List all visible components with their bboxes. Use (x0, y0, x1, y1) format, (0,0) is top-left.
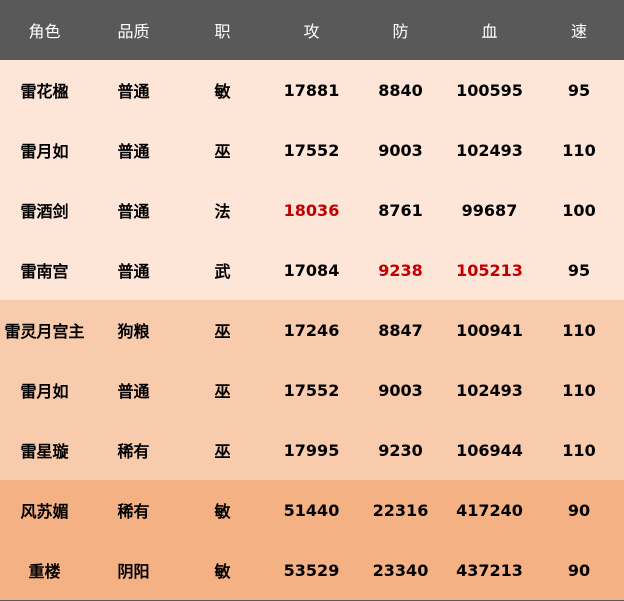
cell-quality: 狗粮 (117, 322, 150, 341)
cell-speed: 95 (567, 260, 591, 280)
cell-speed: 110 (562, 320, 596, 340)
cell-defense: 9003 (378, 380, 423, 400)
cell-attack: 18036 (283, 200, 340, 220)
header-class: 职 (214, 22, 231, 41)
cell-speed: 100 (562, 200, 596, 220)
cell-attack: 17246 (283, 320, 340, 340)
cell-attack: 51440 (283, 500, 340, 520)
table-body: 雷花楹 普通敏 17881 8840 100595 95 雷月如 普通巫 17552 9003 10… (0, 60, 624, 600)
cell-role: 雷月如 (20, 142, 69, 161)
header-hp: 血 (481, 22, 498, 41)
cell-quality: 阴阳 (117, 562, 150, 581)
cell-speed: 95 (567, 80, 591, 100)
cell-attack: 17995 (283, 440, 340, 460)
table-row: 重楼 阴阳 敏 53529 23340 437213 90 (0, 540, 624, 600)
cell-speed: 90 (567, 500, 591, 520)
table-row: 风苏媚 稀有 敏 51440 22316 417240 90 (0, 480, 624, 540)
table-row: 雷灵月宫主 狗粮 巫 17246 8847 100941 110 (0, 300, 624, 360)
cell-defense: 9238 (378, 260, 423, 280)
cell-attack: 53529 (283, 560, 340, 580)
cell-hp: 417240 (456, 500, 523, 520)
cell-attack: 17552 (283, 140, 340, 160)
cell-hp: 100595 (456, 80, 523, 100)
cell-hp: 437213 (456, 560, 523, 580)
cell-role: 雷酒剑 (20, 202, 69, 221)
cell-class: 法 (214, 202, 231, 221)
cell-attack: 17084 (283, 260, 340, 280)
cell-class: 敏 (214, 562, 231, 581)
cell-quality: 普通 (117, 262, 150, 281)
cell-quality: 普通 (117, 82, 150, 101)
cell-speed: 90 (567, 560, 591, 580)
table-row: 雷南宫 普通 武 17084 9238 105213 95 (0, 240, 624, 300)
cell-defense: 8840 (378, 80, 423, 100)
table-row: 雷星璇 稀有 巫 17995 9230 106944 110 (0, 420, 624, 480)
cell-defense: 9230 (378, 440, 423, 460)
cell-quality: 稀有 (117, 442, 150, 461)
cell-hp: 100941 (456, 320, 523, 340)
cell-defense: 8761 (378, 200, 423, 220)
cell-class: 巫 (214, 322, 231, 341)
cell-hp: 99687 (461, 200, 518, 220)
cell-speed: 110 (562, 380, 596, 400)
table-row: 雷月如 普通 巫 17552 9003 102493 110 (0, 360, 624, 420)
cell-class: 巫 (214, 142, 231, 161)
header-role: 角色 (28, 22, 61, 41)
cell-hp: 106944 (456, 440, 523, 460)
header-speed: 速 (570, 22, 587, 41)
cell-class: 巫 (214, 382, 231, 401)
cell-role: 风苏媚 (20, 502, 69, 521)
cell-class: 巫 (214, 442, 231, 461)
cell-defense: 9003 (378, 140, 423, 160)
header-defense: 防 (392, 22, 409, 41)
cell-role: 雷南宫 (20, 262, 69, 281)
header-row: 角色 品质 职 攻 防 血 速 (0, 0, 624, 60)
header-attack: 攻 (303, 22, 320, 41)
cell-class: 敏 (214, 502, 231, 521)
header-quality: 品质 (117, 22, 150, 41)
cell-hp: 102493 (456, 140, 523, 160)
stats-table: 角色 品质 职 攻 防 血 速 雷花楹 普通敏 17881 8840 100595 95 雷… (0, 0, 624, 600)
cell-attack: 17881 (283, 80, 340, 100)
cell-quality: 稀有 (117, 502, 150, 521)
cell-hp: 102493 (456, 380, 523, 400)
cell-defense: 8847 (378, 320, 423, 340)
cell-hp: 105213 (456, 260, 523, 280)
cell-role: 雷月如 (20, 382, 69, 401)
cell-quality: 普通 (117, 382, 150, 401)
cell-defense: 23340 (372, 560, 429, 580)
table-row: 雷花楹 普通 敏 17881 8840 100595 95 (0, 60, 624, 120)
cell-role: 雷灵月宫主 (4, 322, 85, 341)
cell-speed: 110 (562, 140, 596, 160)
table-row: 雷月如 普通 巫 17552 9003 102493 110 (0, 120, 624, 180)
cell-class: 武 (214, 262, 231, 281)
cell-quality: 普通 (117, 142, 150, 161)
table-row: 雷酒剑 普通 法 18036 8761 99687 100 (0, 180, 624, 240)
cell-quality: 普通 (117, 202, 150, 221)
cell-speed: 110 (562, 440, 596, 460)
cell-class: 敏 (214, 82, 231, 101)
cell-attack: 17552 (283, 380, 340, 400)
cell-role: 雷星璇 (20, 442, 69, 461)
cell-role: 雷花楹 (20, 82, 69, 101)
cell-defense: 22316 (372, 500, 429, 520)
cell-role: 重楼 (28, 562, 61, 581)
